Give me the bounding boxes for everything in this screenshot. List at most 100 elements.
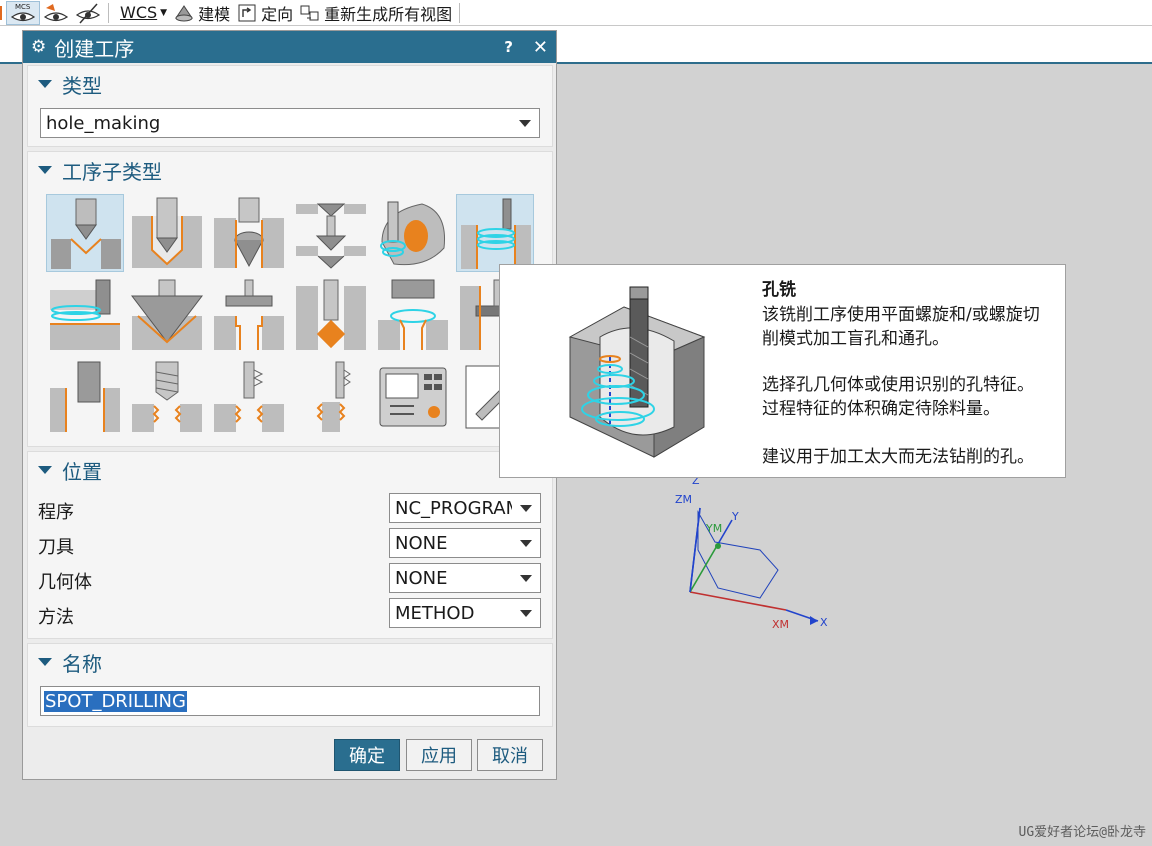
thread-hole-subtype[interactable] — [210, 358, 288, 436]
chamfer-milling-subtype[interactable] — [128, 276, 206, 354]
name-section-label: 名称 — [62, 651, 102, 676]
tap-icon — [132, 361, 202, 432]
name-section: 名称 SPOT_DRILLING — [27, 643, 553, 727]
tool-select[interactable]: NONE — [389, 528, 541, 558]
orient-button[interactable]: 定向 — [233, 0, 296, 26]
collapse-triangle-icon — [38, 166, 52, 174]
ok-button[interactable]: 确定 — [334, 739, 400, 771]
chevron-down-icon — [520, 574, 532, 582]
toolbar-separator — [459, 2, 461, 23]
chevron-down-icon — [520, 504, 532, 512]
tooltip-title: 孔铣 — [762, 280, 796, 300]
machine-control-icon — [379, 367, 447, 427]
build-button[interactable]: 建模 — [170, 0, 233, 26]
geometry-select[interactable]: NONE — [389, 563, 541, 593]
apply-button[interactable]: 应用 — [406, 739, 472, 771]
hole-mill-icon — [461, 198, 531, 269]
wcs-dropdown[interactable]: WCS ▼ — [113, 0, 170, 26]
subtype-section-label: 工序子类型 — [62, 159, 162, 184]
spot-drilling-subtype[interactable] — [46, 194, 124, 272]
machine-control-subtype[interactable] — [374, 358, 452, 436]
top-toolbar: MCS WCS ▼ 建模 定向 重新生成所有视图 — [0, 0, 1152, 26]
mcs-eye-button[interactable]: MCS — [6, 0, 40, 25]
tooltip-text-2: 削模式加工盲孔和通孔。 — [762, 329, 949, 349]
countersink-subtype[interactable] — [210, 194, 288, 272]
show-eye-button[interactable] — [72, 0, 104, 26]
name-section-header[interactable]: 名称 — [28, 644, 552, 680]
operation-name-value: SPOT_DRILLING — [44, 690, 187, 712]
chevron-down-icon — [520, 539, 532, 547]
mcs-eye-icon: MCS — [10, 3, 36, 21]
eye-gear-icon — [43, 3, 69, 21]
subtype-section: 工序子类型 — [27, 151, 553, 447]
method-label: 方法 — [38, 607, 74, 628]
hole-milling-illustration — [568, 286, 706, 458]
position-section-label: 位置 — [62, 459, 102, 484]
boss-thread-icon — [316, 361, 351, 432]
tool-label: 刀具 — [38, 537, 74, 558]
position-section: 位置 程序 NC_PROGRAM 刀具 NONE 几何体 NONE 方法 MET… — [27, 451, 553, 639]
gear-icon: ⚙ — [31, 37, 47, 57]
hole-milling-subtype[interactable] — [456, 194, 534, 272]
cylindrical-mill-subtype[interactable] — [46, 358, 124, 436]
regenerate-icon — [300, 5, 319, 20]
drilling-subtype[interactable] — [128, 194, 206, 272]
method-select-value: METHOD — [395, 602, 475, 624]
program-select[interactable]: NC_PROGRAM — [389, 493, 541, 523]
boss-mill-icon — [380, 201, 446, 266]
program-label: 程序 — [38, 502, 74, 523]
build-label: 建模 — [198, 4, 231, 24]
groove-milling-subtype[interactable] — [292, 276, 370, 354]
thread-milling-subtype[interactable] — [46, 276, 124, 354]
orient-label: 定向 — [261, 4, 294, 24]
zm-label: ZM — [675, 493, 692, 506]
boss-milling-subtype[interactable] — [374, 194, 452, 272]
tooltip-text-3: 选择孔几何体或使用识别的孔特征。 — [762, 375, 1034, 395]
subtype-section-header[interactable]: 工序子类型 — [28, 152, 552, 188]
chevron-down-icon — [520, 609, 532, 617]
position-section-header[interactable]: 位置 — [28, 452, 552, 488]
spot-drill-icon — [51, 198, 121, 269]
cancel-button[interactable]: 取消 — [477, 739, 543, 771]
collapse-triangle-icon — [38, 80, 52, 88]
back-counterbore-subtype[interactable] — [210, 276, 288, 354]
orient-icon — [238, 4, 256, 21]
back-countersink-icon — [296, 203, 366, 269]
help-button[interactable]: ? — [504, 38, 513, 56]
ym-label: YM — [705, 522, 722, 535]
geometry-label: 几何体 — [38, 572, 92, 593]
operation-name-input[interactable]: SPOT_DRILLING — [40, 686, 540, 716]
boss-thread-subtype[interactable] — [292, 358, 370, 436]
hide-eye-button[interactable] — [40, 0, 72, 26]
type-select[interactable]: hole_making — [40, 108, 540, 138]
toolbar-separator — [108, 2, 109, 23]
geometry-select-value: NONE — [395, 567, 448, 589]
dialog-title: 创建工序 — [54, 36, 135, 61]
dialog-title-bar[interactable]: ⚙ 创建工序 ? ✕ — [23, 31, 556, 63]
type-section-label: 类型 — [62, 73, 102, 98]
chevron-down-icon: ▼ — [160, 7, 168, 18]
back-countersink-subtype[interactable] — [292, 194, 370, 272]
collapse-triangle-icon — [38, 466, 52, 474]
countersink-icon — [214, 197, 284, 268]
method-select[interactable]: METHOD — [389, 598, 541, 628]
drill-icon — [132, 197, 202, 268]
tapping-subtype[interactable] — [128, 358, 206, 436]
tooltip-text-4: 过程特征的体积确定待除料量。 — [762, 399, 1000, 419]
y-label: Y — [731, 510, 739, 523]
hole-chamfer-icon — [378, 279, 448, 350]
regenerate-label: 重新生成所有视图 — [324, 4, 453, 24]
hole-chamfer-subtype[interactable] — [374, 276, 452, 354]
type-section-header[interactable]: 类型 — [28, 66, 552, 102]
x-label: X — [820, 616, 828, 629]
xm-label: XM — [772, 618, 789, 631]
close-button[interactable]: ✕ — [533, 37, 548, 58]
tooltip-text-1: 该铣削工序使用平面螺旋和/或螺旋切 — [762, 305, 1040, 325]
create-operation-dialog: ⚙ 创建工序 ? ✕ 类型 hole_making 工序子类型 位置 程序 NC… — [22, 30, 557, 780]
groove-mill-icon — [296, 279, 366, 350]
tool-select-value: NONE — [395, 532, 448, 554]
mcs-text: MCS — [15, 3, 31, 11]
subtype-tooltip: 孔铣 该铣削工序使用平面螺旋和/或螺旋切 削模式加工盲孔和通孔。 选择孔几何体或… — [499, 264, 1066, 478]
regenerate-views-button[interactable]: 重新生成所有视图 — [296, 0, 455, 26]
type-section: 类型 hole_making — [27, 65, 553, 147]
